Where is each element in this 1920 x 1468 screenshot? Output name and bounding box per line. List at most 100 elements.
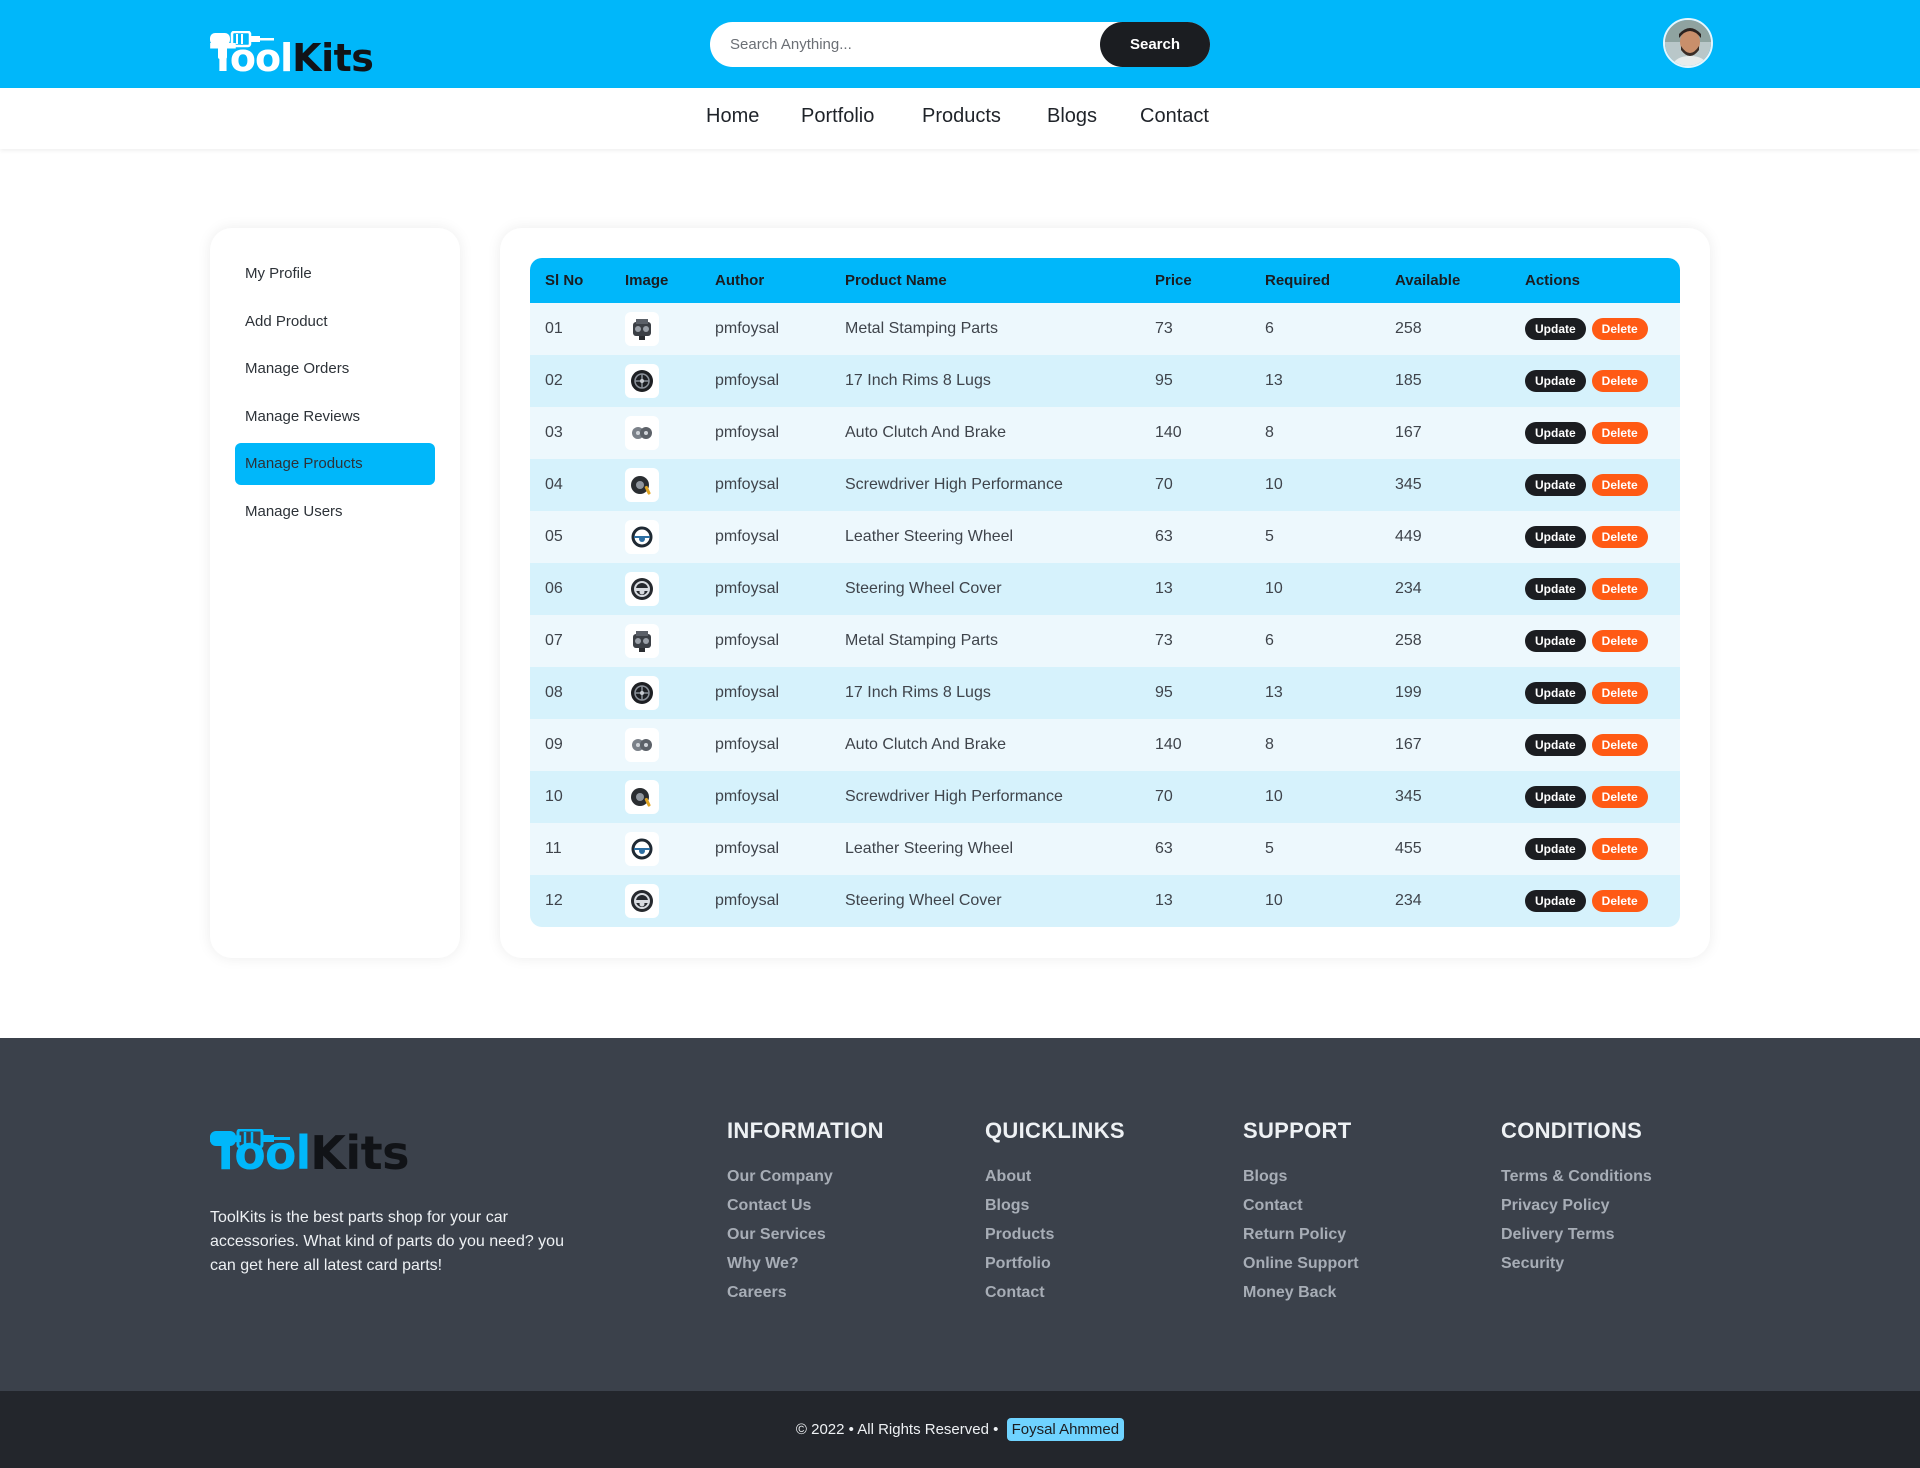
footer-brand-logo[interactable]: Tool Kits (210, 1120, 410, 1180)
delete-button[interactable]: Delete (1591, 890, 1648, 912)
cell-sl: 11 (530, 823, 610, 875)
cell-author: pmfoysal (700, 355, 830, 407)
cell-author: pmfoysal (700, 511, 830, 563)
copyright-label: © 2022 • All Rights Reserved • (795, 1421, 999, 1438)
cell-product-name: 17 Inch Rims 8 Lugs (830, 355, 1140, 407)
cell-sl: 06 (530, 563, 610, 615)
cell-available: 185 (1380, 355, 1510, 407)
delete-button[interactable]: Delete (1591, 682, 1648, 704)
nav-products[interactable]: Products (922, 105, 1001, 128)
table-row: 02 pmfoysal 17 Inch Rims 8 Lugs 95 13 185 Upda… (530, 355, 1680, 407)
footer-link[interactable]: Why We? (727, 1249, 884, 1278)
cell-sl: 07 (530, 615, 610, 667)
cell-required: 10 (1250, 563, 1380, 615)
footer-link[interactable]: Products (985, 1220, 1125, 1249)
cell-sl: 12 (530, 875, 610, 927)
footer-link[interactable]: Contact Us (727, 1191, 884, 1220)
sidebar-item-manage-products[interactable]: Manage Products (235, 443, 435, 485)
delete-button[interactable]: Delete (1591, 526, 1648, 548)
footer-link[interactable]: Security (1501, 1249, 1652, 1278)
delete-button[interactable]: Delete (1591, 474, 1648, 496)
cell-available: 167 (1380, 719, 1510, 771)
update-button[interactable]: Update (1525, 474, 1586, 496)
col-header-product-name: Product Name (830, 258, 1140, 303)
footer-link[interactable]: Contact (985, 1278, 1125, 1307)
update-button[interactable]: Update (1525, 318, 1586, 340)
cell-actions: Update Delete (1510, 511, 1680, 563)
rim-icon (625, 676, 659, 710)
search-bar: Search (710, 22, 1210, 67)
footer-link[interactable]: Blogs (985, 1191, 1125, 1220)
delete-button[interactable]: Delete (1591, 318, 1648, 340)
search-button[interactable]: Search (1100, 22, 1210, 67)
footer-link[interactable]: Privacy Policy (1501, 1191, 1652, 1220)
footer-link[interactable]: Terms & Conditions (1501, 1162, 1652, 1191)
cell-product-name: Metal Stamping Parts (830, 615, 1140, 667)
footer-link[interactable]: Our Company (727, 1162, 884, 1191)
sidebar-item-manage-users[interactable]: Manage Users (235, 491, 435, 533)
cell-image (610, 823, 700, 875)
clutch-icon (625, 728, 659, 762)
clutch-icon (625, 416, 659, 450)
delete-button[interactable]: Delete (1591, 838, 1648, 860)
footer-link[interactable]: Return Policy (1243, 1220, 1359, 1249)
update-button[interactable]: Update (1525, 422, 1586, 444)
update-button[interactable]: Update (1525, 526, 1586, 548)
products-table: Sl No Image Author Product Name Price Re… (530, 258, 1680, 927)
cell-product-name: 17 Inch Rims 8 Lugs (830, 667, 1140, 719)
footer-link[interactable]: Online Support (1243, 1249, 1359, 1278)
cell-sl: 05 (530, 511, 610, 563)
cell-actions: Update Delete (1510, 615, 1680, 667)
update-button[interactable]: Update (1525, 890, 1586, 912)
footer-link[interactable]: Contact (1243, 1191, 1359, 1220)
drill-logo-icon (210, 1116, 310, 1170)
dashboard-sidebar: My Profile Add Product Manage Orders Man… (210, 228, 460, 958)
footer-link[interactable]: Delivery Terms (1501, 1220, 1652, 1249)
sidebar-item-add-product[interactable]: Add Product (235, 301, 435, 343)
footer-link[interactable]: Careers (727, 1278, 884, 1307)
nav-portfolio[interactable]: Portfolio (801, 105, 874, 128)
delete-button[interactable]: Delete (1591, 370, 1648, 392)
footer-link[interactable]: About (985, 1162, 1125, 1191)
update-button[interactable]: Update (1525, 734, 1586, 756)
col-header-available: Available (1380, 258, 1510, 303)
nav-blogs[interactable]: Blogs (1047, 105, 1097, 128)
sidebar-item-manage-orders[interactable]: Manage Orders (235, 348, 435, 390)
cell-price: 63 (1140, 511, 1250, 563)
cell-required: 13 (1250, 355, 1380, 407)
update-button[interactable]: Update (1525, 786, 1586, 808)
footer-column-support: SUPPORT Blogs Contact Return Policy Onli… (1243, 1118, 1359, 1307)
delete-button[interactable]: Delete (1591, 630, 1648, 652)
sidebar-item-my-profile[interactable]: My Profile (235, 253, 435, 295)
delete-button[interactable]: Delete (1591, 734, 1648, 756)
nav-home[interactable]: Home (706, 105, 759, 128)
brand-part2: Kits (292, 36, 374, 80)
nav-contact[interactable]: Contact (1140, 105, 1209, 128)
cell-price: 140 (1140, 719, 1250, 771)
delete-button[interactable]: Delete (1591, 422, 1648, 444)
user-avatar[interactable] (1663, 18, 1713, 68)
update-button[interactable]: Update (1525, 838, 1586, 860)
delete-button[interactable]: Delete (1591, 578, 1648, 600)
update-button[interactable]: Update (1525, 682, 1586, 704)
footer-link[interactable]: Money Back (1243, 1278, 1359, 1307)
update-button[interactable]: Update (1525, 578, 1586, 600)
sidebar-item-manage-reviews[interactable]: Manage Reviews (235, 396, 435, 438)
footer-link[interactable]: Our Services (727, 1220, 884, 1249)
delete-button[interactable]: Delete (1591, 786, 1648, 808)
footer-column-information: INFORMATION Our Company Contact Us Our S… (727, 1118, 884, 1307)
update-button[interactable]: Update (1525, 370, 1586, 392)
cell-sl: 01 (530, 303, 610, 355)
update-button[interactable]: Update (1525, 630, 1586, 652)
footer-description: ToolKits is the best parts shop for your… (210, 1209, 564, 1274)
copyright-text: © 2022 • All Rights Reserved • Foysal Ah… (0, 1418, 1920, 1441)
search-input[interactable] (710, 22, 1110, 67)
footer-link[interactable]: Portfolio (985, 1249, 1125, 1278)
cell-product-name: Metal Stamping Parts (830, 303, 1140, 355)
cell-sl: 04 (530, 459, 610, 511)
author-badge[interactable]: Foysal Ahmmed (1006, 1418, 1125, 1441)
cell-image (610, 303, 700, 355)
cell-price: 73 (1140, 303, 1250, 355)
footer-link[interactable]: Blogs (1243, 1162, 1359, 1191)
cell-actions: Update Delete (1510, 875, 1680, 927)
